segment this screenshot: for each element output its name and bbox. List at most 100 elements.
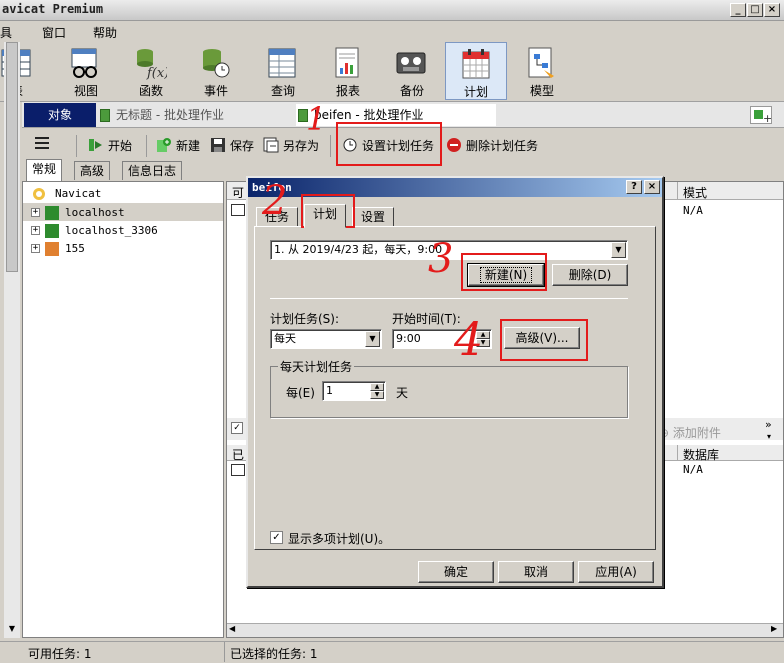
toolbar-backup[interactable]: 备份 [381, 42, 443, 100]
spin-down-icon[interactable]: ▼ [370, 391, 384, 399]
select-checkbox[interactable]: ✓ [231, 422, 243, 434]
connection-icon [45, 206, 59, 220]
toolbar-report[interactable]: 报表 [317, 42, 379, 100]
tab-settings[interactable]: 设置 [352, 207, 395, 227]
menu-icon[interactable] [34, 136, 50, 150]
navicat-icon [33, 188, 45, 200]
connection-tree: Navicat + localhost + localhost_3306 + 1… [22, 181, 224, 638]
delete-icon [447, 138, 461, 152]
col-header-selected: 已 [232, 448, 245, 462]
tab-untitled[interactable]: 无标题 - 批处理作业 [98, 104, 294, 126]
col-divider [677, 182, 678, 200]
save-icon [211, 138, 225, 152]
toolbar-query[interactable]: 查询 [252, 42, 314, 100]
schedule-dialog: beifen ? × 任务 计划 设置 1. 从 2019/4/23 起，每天，… [246, 176, 664, 588]
tab-objects[interactable]: 对象 [24, 103, 96, 127]
model-icon [528, 47, 554, 78]
report-icon [335, 47, 359, 78]
annotation-box-4 [500, 319, 588, 361]
start-button[interactable]: 开始 [88, 137, 132, 154]
status-available: 可用任务: 1 [28, 647, 92, 661]
tab-log[interactable]: 信息日志 [122, 161, 183, 180]
add-icon [157, 138, 171, 152]
query-icon [268, 48, 296, 78]
overflow-chevron-icon[interactable]: » [765, 418, 772, 431]
dialog-close-button[interactable]: × [644, 180, 660, 194]
apply-button[interactable]: 应用(A) [578, 561, 654, 583]
tab-schedule[interactable]: 计划 [304, 204, 347, 228]
dropdown-arrow-icon[interactable]: ▾ [767, 432, 771, 441]
cancel-button[interactable]: 取消 [498, 561, 574, 583]
toolbar-event[interactable]: 事件 [185, 42, 247, 100]
connection-icon [45, 224, 59, 238]
help-button[interactable]: ? [626, 180, 642, 194]
annotation-number-3: 3 [428, 236, 454, 282]
status-selected: 已选择的任务: 1 [230, 647, 318, 661]
col-header-mode: 模式 [683, 186, 708, 200]
save-as-button[interactable]: 另存为 [263, 137, 319, 154]
expand-icon[interactable]: + [31, 226, 40, 235]
annotation-number-2: 2 [262, 178, 288, 224]
horizontal-scrollbar[interactable] [227, 623, 783, 637]
show-multiple-checkbox[interactable]: ✓ [270, 531, 283, 544]
toolbar-schedule[interactable]: 计划 [445, 42, 507, 100]
annotation-number-1: 1 [306, 100, 327, 138]
function-icon: f(x) [137, 49, 167, 80]
menu-tools[interactable]: 具 [0, 24, 12, 41]
view-icon [71, 48, 97, 78]
col-divider [677, 445, 678, 461]
separator [330, 135, 331, 157]
main-toolbar: 表 视图 f(x) 函数 事件 查询 报表 备份 计划 模型 [0, 42, 784, 102]
mode-value: N/A [683, 204, 703, 217]
play-icon [89, 139, 102, 151]
toolbar-view[interactable]: 视图 [55, 42, 117, 100]
scroll-down-icon[interactable]: ▼ [6, 624, 18, 638]
minimize-button[interactable]: _ [730, 3, 746, 17]
maximize-button[interactable]: □ [747, 3, 763, 17]
batch-job-icon [100, 109, 110, 122]
toolbar-model[interactable]: 模型 [511, 42, 573, 100]
delete-schedule-button[interactable]: 删除计划任务 [446, 137, 538, 154]
schedule-icon [462, 49, 490, 79]
new-button[interactable]: 新建 [156, 137, 200, 154]
delete-schedule-dialog-button[interactable]: 删除(D) [552, 264, 628, 286]
menu-window[interactable]: 窗口 [42, 24, 66, 41]
event-icon [203, 49, 230, 78]
schedule-type-select[interactable]: 每天 ▼ [270, 329, 382, 349]
toolbar-function[interactable]: f(x) 函数 [120, 42, 182, 100]
menu-help[interactable]: 帮助 [93, 24, 117, 41]
close-button[interactable]: × [764, 3, 780, 17]
task-icon [231, 204, 245, 216]
col-header-database: 数据库 [683, 448, 720, 462]
save-button[interactable]: 保存 [210, 137, 254, 154]
backup-icon [396, 52, 426, 74]
status-divider [224, 642, 225, 662]
svg-text:+: + [763, 112, 771, 123]
spin-up-icon[interactable]: ▲ [370, 383, 384, 391]
col-header-available: 可 [232, 186, 245, 200]
scroll-left-icon[interactable]: ◀ [229, 624, 235, 633]
chevron-down-icon[interactable]: ▼ [365, 331, 380, 347]
left-scroll-strip[interactable]: ▼ [4, 42, 20, 638]
chevron-down-icon[interactable]: ▼ [611, 242, 626, 258]
scroll-thumb[interactable] [6, 42, 18, 272]
scroll-right-icon[interactable]: ▶ [771, 624, 777, 633]
expand-icon[interactable]: + [31, 208, 40, 217]
annotation-number-4: 4 [454, 312, 484, 366]
window-title: avicat Premium [2, 2, 104, 16]
every-days-input[interactable]: 1 ▲ ▼ [322, 381, 386, 401]
ok-button[interactable]: 确定 [418, 561, 494, 583]
add-attachment-button[interactable]: ⊕ 添加附件 [659, 424, 721, 441]
expand-icon[interactable]: + [31, 244, 40, 253]
day-unit-label: 天 [396, 386, 409, 400]
svg-text:f(x): f(x) [146, 66, 167, 80]
schedule-type-label: 计划任务(S): [270, 312, 340, 326]
annotation-box-1 [336, 122, 442, 166]
separator [146, 135, 147, 157]
tab-advanced[interactable]: 高级 [74, 161, 111, 180]
new-tab-button[interactable]: + [750, 106, 772, 125]
daily-group-title: 每天计划任务 [278, 358, 355, 375]
database-value: N/A [683, 463, 703, 476]
tab-general[interactable]: 常规 [26, 159, 63, 181]
annotation-box-3 [461, 253, 547, 291]
